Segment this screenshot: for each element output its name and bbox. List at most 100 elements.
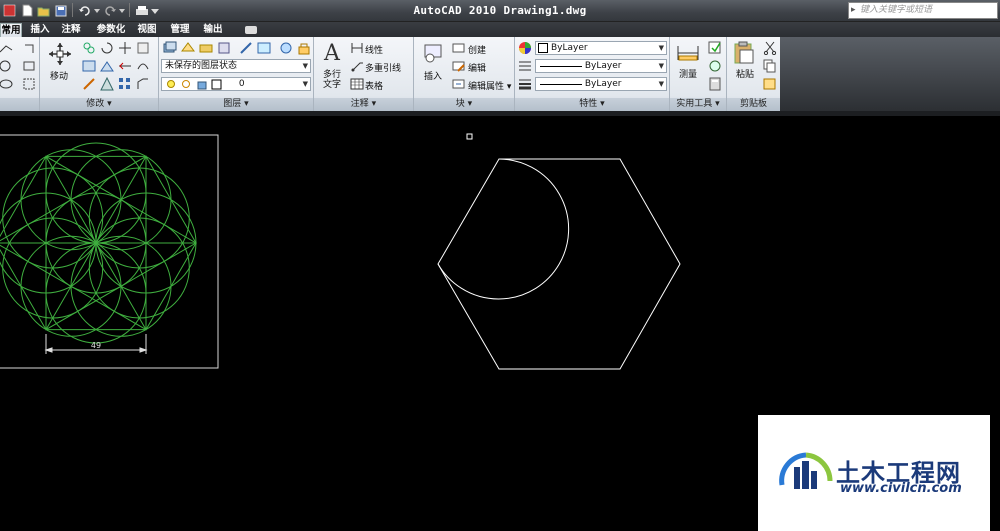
paste-label: 粘贴 [736, 70, 755, 80]
watermark-url: www.civilcn.com [840, 481, 962, 496]
multiline-text-icon[interactable]: A [322, 41, 342, 63]
explode-icon[interactable] [118, 59, 132, 73]
layer-lock-icon[interactable] [297, 41, 311, 55]
annotation-panel-title[interactable]: 注释 ▾ [314, 98, 413, 111]
tab-annotate[interactable]: 注释 [58, 23, 84, 37]
calculator-icon[interactable] [708, 77, 722, 91]
mirror-icon[interactable] [82, 59, 96, 73]
offset-icon[interactable] [136, 59, 150, 73]
tab-output[interactable]: 输出 [200, 23, 226, 37]
tab-view[interactable]: 视图 [135, 23, 159, 37]
color-wheel-icon[interactable] [518, 41, 532, 55]
quick-select-icon[interactable] [708, 41, 722, 55]
linetype-dropdown[interactable]: ByLayer ▼ [535, 59, 667, 73]
array-icon[interactable] [118, 77, 132, 91]
layer-state-icon[interactable] [181, 41, 195, 55]
edit-attributes-icon[interactable] [452, 77, 466, 91]
scale-icon[interactable] [100, 77, 114, 91]
layers-panel-title[interactable]: 图层 ▾ [159, 98, 313, 111]
layer-isolate-icon[interactable] [199, 41, 213, 55]
move-label: 移动 [50, 72, 69, 82]
block-panel-title[interactable]: 块 ▾ [414, 98, 514, 111]
tab-parametric[interactable]: 参数化 [93, 23, 129, 37]
edit-attributes-label[interactable]: 编辑属性 ▾ [468, 79, 511, 92]
polyline-icon[interactable] [0, 42, 14, 56]
point-id-icon[interactable] [708, 59, 722, 73]
clipboard-panel-title[interactable]: 剪贴板 [727, 98, 780, 111]
draw-panel-title[interactable] [0, 98, 39, 111]
ribbon-empty-area [780, 37, 1000, 111]
erase-icon[interactable] [136, 41, 150, 55]
pickbox-cursor [466, 133, 473, 140]
multileader-icon[interactable] [350, 59, 364, 73]
measure-icon[interactable] [676, 43, 700, 63]
utilities-panel: 测量 实用工具 ▾ [670, 37, 727, 111]
create-block-label[interactable]: 创建 [468, 43, 486, 56]
insert-label: 插入 [424, 72, 443, 82]
circle-icon[interactable] [0, 59, 14, 73]
cut-icon[interactable] [763, 41, 777, 55]
linetype-icon[interactable] [518, 59, 532, 73]
layer-properties-icon[interactable] [163, 41, 177, 55]
clipboard-panel: 粘贴 剪贴板 [727, 37, 780, 111]
multileader-label[interactable]: 多重引线 [365, 61, 401, 74]
layer-state-dropdown[interactable]: 未保存的图层状态 ▼ [161, 59, 311, 73]
edit-block-label[interactable]: 编辑 [468, 61, 486, 74]
stretch-icon[interactable] [82, 77, 96, 91]
chamfer-icon[interactable] [136, 77, 150, 91]
current-layer-dropdown[interactable]: 0 ▼ [161, 77, 311, 91]
ribbon-tab-bar: 常用 插入 注释 参数化 视图 管理 输出 [0, 22, 1000, 37]
linear-dimension-icon[interactable] [350, 41, 364, 55]
create-block-icon[interactable] [452, 41, 466, 55]
copy-icon[interactable] [82, 41, 96, 55]
draw-panel [0, 37, 40, 111]
properties-panel: ByLayer ▼ ByLayer ▼ ByLayer ▼ 特性 ▾ [515, 37, 670, 111]
title-bar: AutoCAD 2010 Drawing1.dwg ▸ 键入关键字或短语 [0, 0, 1000, 22]
modify-panel-title[interactable]: 修改 ▾ [40, 98, 158, 111]
hatch-icon[interactable] [22, 77, 36, 91]
linetype-sample [540, 65, 582, 67]
layer-unisolate-icon[interactable] [217, 41, 231, 55]
rotate-icon[interactable] [22, 42, 36, 56]
tab-home[interactable]: 常用 [0, 23, 22, 37]
viewport-frame[interactable] [0, 134, 219, 369]
properties-panel-title[interactable]: 特性 ▾ [515, 98, 669, 111]
search-arrow-icon: ▸ [851, 5, 856, 15]
modify-panel: 移动 修改 ▾ [40, 37, 159, 111]
insert-block-icon[interactable] [422, 41, 446, 65]
search-input[interactable]: ▸ 键入关键字或短语 [848, 2, 998, 19]
utilities-panel-title[interactable]: 实用工具 ▾ [670, 98, 726, 111]
rectangle-icon[interactable] [22, 59, 36, 73]
civilcn-logo-icon [779, 452, 833, 489]
tab-insert[interactable]: 插入 [27, 23, 53, 37]
block-panel: 插入 创建 编辑 编辑属性 ▾ 块 ▾ [414, 37, 515, 111]
edit-block-icon[interactable] [452, 59, 466, 73]
watermark: 土木工程网 www.civilcn.com [758, 415, 990, 531]
layer-walk-icon[interactable] [257, 41, 271, 55]
rotate-icon[interactable] [100, 41, 114, 55]
linear-dimension-label[interactable]: 线性 [365, 43, 383, 56]
search-placeholder: 键入关键字或短语 [860, 5, 933, 15]
arc[interactable] [437, 158, 570, 300]
flower-of-life-pattern[interactable] [0, 142, 198, 344]
layers-panel: 未保存的图层状态 ▼ 0 ▼ 图层 ▾ [159, 37, 314, 111]
move-icon[interactable] [48, 42, 72, 66]
fillet-icon[interactable] [100, 59, 114, 73]
table-label[interactable]: 表格 [365, 79, 383, 92]
match-properties-icon[interactable] [763, 77, 777, 91]
trim-icon[interactable] [118, 41, 132, 55]
layer-freeze-icon[interactable] [279, 41, 293, 55]
copy-clipboard-icon[interactable] [763, 59, 777, 73]
svg-text:A: A [323, 41, 341, 63]
ribbon-minimize-button[interactable] [245, 26, 257, 34]
dimension-arrow [44, 347, 53, 353]
table-icon[interactable] [350, 77, 364, 91]
lineweight-icon[interactable] [518, 77, 532, 91]
tab-manage[interactable]: 管理 [167, 23, 193, 37]
color-swatch [538, 43, 548, 53]
layer-match-icon[interactable] [239, 41, 253, 55]
color-dropdown[interactable]: ByLayer ▼ [535, 41, 667, 55]
lineweight-dropdown[interactable]: ByLayer ▼ [535, 77, 667, 91]
arc-icon[interactable] [0, 77, 14, 91]
paste-icon[interactable] [733, 41, 755, 65]
